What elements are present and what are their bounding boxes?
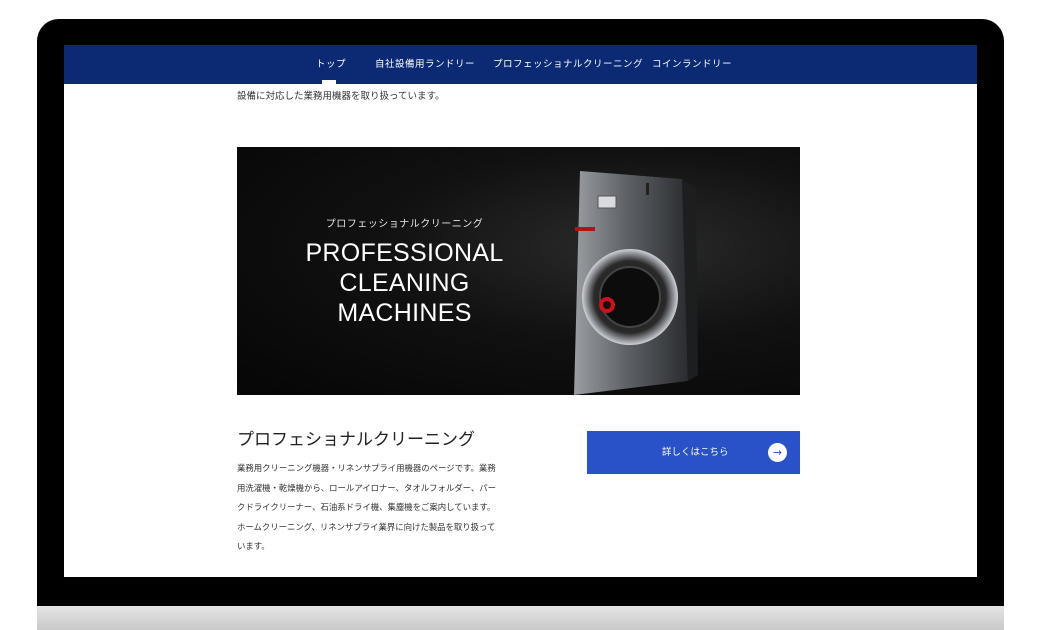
browser-screen: トップ 自社設備用ランドリー プロフェッショナルクリーニング コインランドリー … — [64, 45, 977, 577]
hero-title-line: CLEANING — [339, 269, 470, 297]
washing-machine-image — [574, 171, 698, 395]
hero-title-line: MACHINES — [337, 299, 472, 327]
top-navigation: トップ 自社設備用ランドリー プロフェッショナルクリーニング コインランドリー — [64, 45, 977, 84]
body-line: います。 — [237, 541, 270, 551]
body-line: 用洗濯機・乾燥機から、ロールアイロナー、タオルフォルダー、パー — [237, 482, 497, 493]
nav-active-indicator — [322, 80, 336, 84]
details-button[interactable]: 詳しくはこちら → — [587, 431, 800, 474]
intro-text: 設備に対応した業務用機器を取り扱っています。 — [237, 91, 445, 102]
details-button-label: 詳しくはこちら — [662, 447, 729, 458]
body-line: クドライクリーナー、石油系ドライ機、集塵機をご案内しています。 — [237, 502, 496, 512]
section-body: 業務用クリーニング機器・リネンサプライ用機器のページです。業務 用洗濯機・乾燥機… — [237, 459, 522, 557]
body-line: 業務用クリーニング機器・リネンサプライ用機器のページです。業務 — [237, 463, 496, 473]
body-line: ホームクリーニング、リネンサプライ業界に向けた製品を取り扱って — [237, 521, 496, 532]
laptop-base — [37, 606, 1004, 630]
nav-item-top[interactable]: トップ — [316, 45, 346, 84]
hero-title: PROFESSIONAL CLEANING MACHINES — [237, 238, 572, 328]
section-title: プロフェショナルクリーニング — [237, 430, 475, 450]
hero-title-line: PROFESSIONAL — [305, 239, 504, 267]
hero-banner: プロフェッショナルクリーニング PROFESSIONAL CLEANING MA… — [237, 147, 800, 395]
nav-item-in-house-laundry[interactable]: 自社設備用ランドリー — [375, 45, 475, 84]
nav-item-professional-cleaning[interactable]: プロフェッショナルクリーニング — [493, 45, 643, 84]
hero-subtitle: プロフェッショナルクリーニング — [325, 219, 484, 230]
nav-item-coin-laundry[interactable]: コインランドリー — [652, 45, 732, 84]
arrow-right-icon: → — [768, 443, 787, 462]
